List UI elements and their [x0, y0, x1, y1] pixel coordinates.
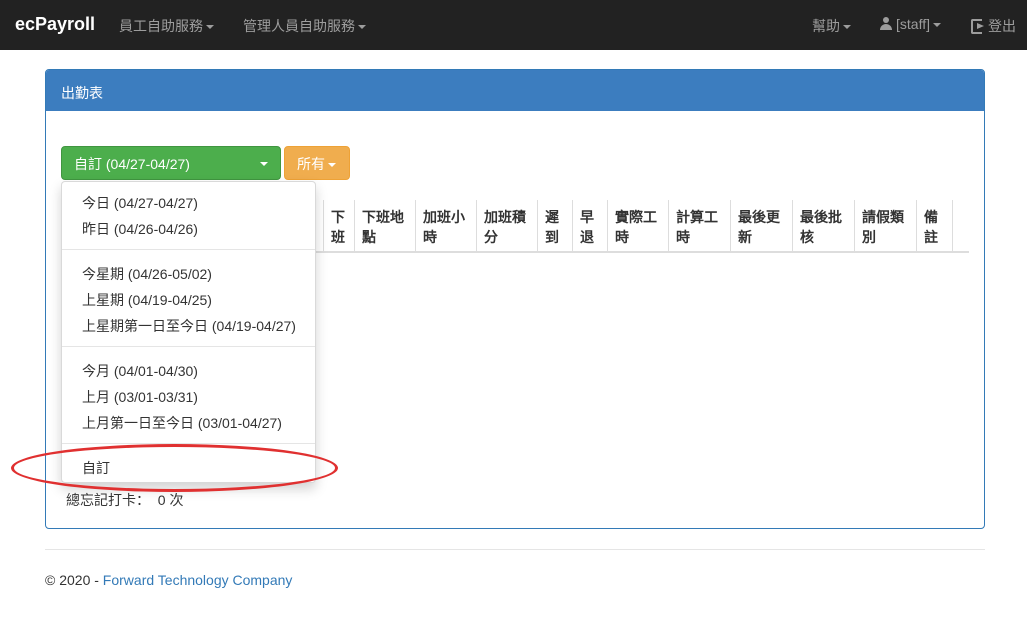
column-header-clock-out[interactable]: 下班 — [323, 200, 354, 252]
caret-down-icon — [358, 25, 366, 30]
footer-copyright: © 2020 - — [45, 572, 103, 588]
menu-manager-label: 管理人員自助服務 — [243, 18, 355, 34]
brand-logo[interactable]: ecPayroll — [15, 14, 95, 35]
column-header-remarks[interactable]: 備註 — [916, 200, 953, 252]
menu-employee-self-service[interactable]: 員工自助服務 — [119, 16, 214, 36]
column-header-overtime-points[interactable]: 加班積分 — [476, 200, 537, 252]
dropdown-item-last-month-to-today[interactable]: 上月第一日至今日 (03/01-04/27) — [62, 410, 315, 436]
dropdown-item-this-week[interactable]: 今星期 (04/26-05/02) — [62, 261, 315, 287]
caret-down-icon — [206, 25, 214, 30]
dropdown-item-last-month[interactable]: 上月 (03/01-03/31) — [62, 384, 315, 410]
user-icon — [880, 17, 892, 30]
column-header-leave-type[interactable]: 請假類別 — [854, 200, 916, 252]
column-header-overtime-hours[interactable]: 加班小時 — [415, 200, 476, 252]
column-header-early-leave[interactable]: 早退 — [572, 200, 607, 252]
dropdown-item-today[interactable]: 今日 (04/27-04/27) — [62, 190, 315, 216]
caret-down-icon — [843, 25, 851, 30]
menu-help-label: 幫助 — [812, 18, 840, 34]
dropdown-divider — [62, 346, 315, 347]
logout-label: 登出 — [988, 18, 1016, 34]
dropdown-divider — [62, 249, 315, 250]
dropdown-item-this-month[interactable]: 今月 (04/01-04/30) — [62, 358, 315, 384]
column-header-last-approved[interactable]: 最後批核 — [792, 200, 854, 252]
date-range-label: 自訂 (04/27-04/27) — [74, 156, 190, 172]
logout-link[interactable]: 登出 — [971, 16, 1016, 36]
menu-user-label: [staff] — [896, 16, 930, 32]
caret-down-icon — [932, 23, 941, 28]
dropdown-item-yesterday[interactable]: 昨日 (04/26-04/26) — [62, 216, 315, 242]
forgot-punch-summary: 總忘記打卡： 0 次 — [66, 490, 183, 510]
dropdown-item-last-week[interactable]: 上星期 (04/19-04/25) — [62, 287, 315, 313]
footer-company-link[interactable]: Forward Technology Company — [103, 572, 293, 588]
top-navbar: ecPayroll 員工自助服務 管理人員自助服務 幫助 [staff] 登出 — [0, 0, 1027, 50]
summary-label: 總忘記打卡： — [66, 492, 150, 508]
column-header-clock-out-location[interactable]: 下班地點 — [354, 200, 415, 252]
highlight-annotation-ellipse — [11, 444, 338, 492]
date-range-dropdown-menu: 今日 (04/27-04/27) 昨日 (04/26-04/26) 今星期 (0… — [61, 181, 316, 483]
dropdown-item-last-week-to-today[interactable]: 上星期第一日至今日 (04/19-04/27) — [62, 313, 315, 339]
menu-employee-label: 員工自助服務 — [119, 18, 203, 34]
column-header-actual-hours[interactable]: 實際工時 — [607, 200, 668, 252]
date-range-dropdown-button[interactable]: 自訂 (04/27-04/27) — [61, 146, 281, 180]
footer: © 2020 - Forward Technology Company — [45, 572, 292, 588]
summary-value: 0 次 — [157, 492, 184, 508]
menu-manager-self-service[interactable]: 管理人員自助服務 — [243, 16, 366, 36]
caret-down-icon — [260, 162, 268, 166]
filter-all-label: 所有 — [297, 156, 325, 172]
panel-title: 出勤表 — [46, 70, 984, 111]
column-header-calculated-hours[interactable]: 計算工時 — [668, 200, 730, 252]
caret-down-icon — [328, 163, 336, 168]
menu-user[interactable]: [staff] — [880, 16, 941, 32]
column-header-last-updated[interactable]: 最後更新 — [730, 200, 792, 252]
menu-help[interactable]: 幫助 — [812, 16, 851, 36]
column-header-late[interactable]: 遲到 — [537, 200, 572, 252]
footer-divider — [45, 549, 985, 550]
filter-all-dropdown-button[interactable]: 所有 — [284, 146, 350, 180]
logout-icon — [971, 19, 985, 34]
